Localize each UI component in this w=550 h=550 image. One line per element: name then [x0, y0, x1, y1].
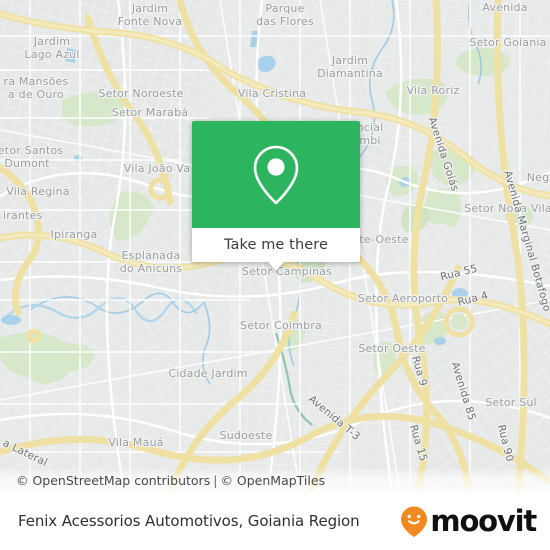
location-popup-card[interactable]: Take me there: [192, 121, 360, 271]
take-me-there-button[interactable]: Take me there: [192, 228, 360, 262]
map-screenshot: Jardim Fonte Nova Parque das Flores Avenid…: [0, 0, 550, 550]
take-me-there-label: Take me there: [223, 237, 329, 253]
moovit-wordmark: moovit: [430, 503, 537, 538]
map-canvas[interactable]: Jardim Fonte Nova Parque das Flores Avenid…: [0, 0, 550, 492]
moovit-pin-icon: [401, 506, 428, 537]
popup-pointer: [268, 262, 284, 271]
place-title: Fenix Acessorios Automotivos, Goiania Re…: [18, 512, 360, 530]
moovit-logo[interactable]: moovit: [399, 503, 537, 538]
popup-header: [192, 121, 360, 228]
footer-bar: Fenix Acessorios Automotivos, Goiania Re…: [0, 492, 550, 550]
map-pin-icon: [253, 145, 299, 204]
